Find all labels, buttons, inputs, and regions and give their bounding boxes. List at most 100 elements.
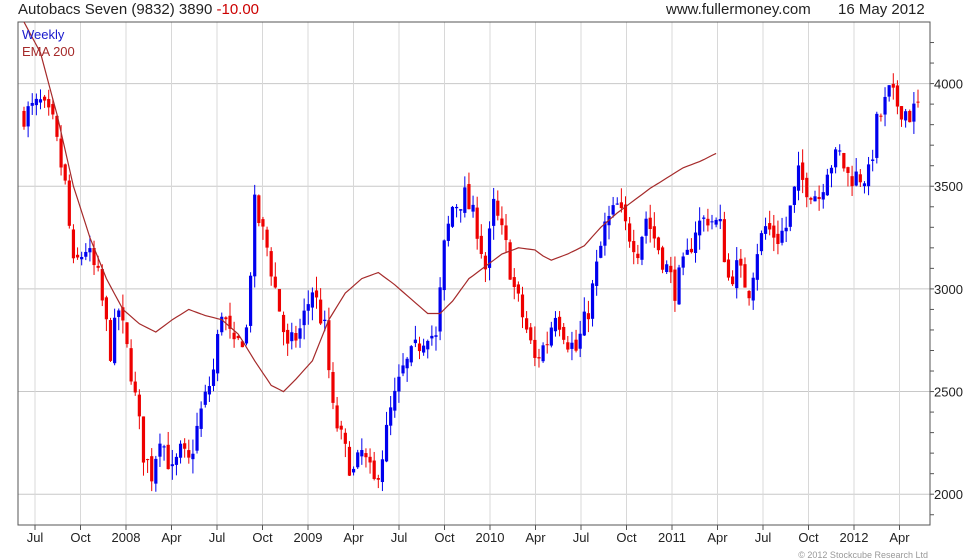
candle-body xyxy=(174,456,179,465)
candle-body xyxy=(533,339,537,358)
candle-body xyxy=(306,304,310,311)
x-tick-label: 2009 xyxy=(294,530,323,545)
candle-body xyxy=(216,334,220,374)
candle-body xyxy=(67,180,71,226)
candle-body xyxy=(776,233,780,245)
candle-body xyxy=(805,177,809,198)
candle-body xyxy=(310,292,314,308)
x-tick-label: 2008 xyxy=(112,530,141,545)
candle-body xyxy=(850,176,854,187)
candle-body xyxy=(442,240,446,291)
candle-body xyxy=(467,184,471,210)
candle-body xyxy=(331,372,335,403)
candle-body xyxy=(809,197,813,200)
candle-body xyxy=(743,264,747,288)
candle-body xyxy=(51,104,55,115)
candle-body xyxy=(562,326,566,340)
candle-body xyxy=(549,327,553,346)
candle-body xyxy=(731,276,735,285)
candle-body xyxy=(294,333,298,341)
candle-body xyxy=(866,164,871,187)
x-axis: Jul Oct 2008 Apr Jul Oct 2009 Apr Jul Oct 2010 Apr J… xyxy=(27,525,910,545)
candle-body xyxy=(702,217,706,219)
candle-body xyxy=(145,459,150,461)
candle-body xyxy=(364,453,368,458)
candle-body xyxy=(899,106,904,120)
candle-body xyxy=(405,358,409,369)
legend-weekly: Weekly xyxy=(22,27,65,42)
candle-body xyxy=(763,226,768,234)
candle-body xyxy=(916,101,920,103)
candle-body xyxy=(42,96,47,101)
candle-body xyxy=(788,205,792,227)
candle-body xyxy=(96,265,100,268)
candle-body xyxy=(199,408,203,429)
x-tick-label: Apr xyxy=(161,530,182,545)
candle-body xyxy=(508,242,512,280)
candle-body xyxy=(183,443,187,449)
candle-body xyxy=(463,187,467,213)
candle-body xyxy=(75,254,80,258)
candle-body xyxy=(298,328,302,339)
x-tick-label: Jul xyxy=(391,530,408,545)
candle-body xyxy=(158,443,162,457)
candle-body xyxy=(698,220,702,236)
candle-body xyxy=(323,319,327,322)
candle-body xyxy=(71,229,76,259)
candle-body xyxy=(59,138,63,168)
candle-body xyxy=(211,369,216,386)
candle-body xyxy=(582,311,586,336)
chart-page: Autobacs Seven (9832) 3890 -10.00 www.fu… xyxy=(0,0,980,560)
candle-body xyxy=(459,209,463,211)
candle-body xyxy=(471,204,475,212)
candle-body xyxy=(327,320,331,371)
candle-body xyxy=(113,317,117,364)
y-tick-label: 3000 xyxy=(934,282,963,297)
candle-body xyxy=(438,287,442,332)
candle-body xyxy=(454,206,459,209)
x-tick-label: Apr xyxy=(707,530,728,545)
candle-body xyxy=(47,99,51,108)
candle-body xyxy=(710,221,714,223)
legend-ema-200: EMA 200 xyxy=(22,44,75,59)
candle-body xyxy=(339,425,343,430)
candle-body xyxy=(652,226,656,239)
candle-body xyxy=(834,149,838,168)
candle-body xyxy=(648,217,652,229)
candle-body xyxy=(187,450,191,458)
candle-body xyxy=(80,257,84,260)
candle-body xyxy=(801,162,805,180)
candle-body xyxy=(879,115,883,117)
candle-body xyxy=(784,227,788,232)
candle-body xyxy=(644,218,648,236)
y-tick-label: 3500 xyxy=(934,179,963,194)
candle-body xyxy=(253,194,257,277)
candle-body xyxy=(660,247,665,270)
candle-body xyxy=(706,218,710,226)
candle-body xyxy=(504,225,508,241)
candle-body xyxy=(269,251,273,277)
candle-body xyxy=(380,459,385,483)
candle-body xyxy=(492,198,496,226)
candle-body xyxy=(891,83,895,88)
candle-body xyxy=(545,344,549,346)
candle-body xyxy=(586,313,591,320)
x-tick-label: Oct xyxy=(616,530,637,545)
candle-body xyxy=(422,345,426,353)
candle-body xyxy=(314,290,319,298)
plot-frame xyxy=(17,21,931,526)
candle-body xyxy=(862,183,867,187)
candle-body xyxy=(475,207,479,239)
candle-body xyxy=(397,376,401,392)
candle-body xyxy=(162,446,166,448)
candle-body xyxy=(595,261,599,286)
x-tick-label: Jul xyxy=(573,530,590,545)
candle-body xyxy=(417,343,422,352)
candle-body xyxy=(129,348,133,382)
candle-body xyxy=(376,478,380,480)
candle-body xyxy=(401,365,405,374)
candle-body xyxy=(792,186,797,205)
candle-body xyxy=(500,218,504,226)
candle-body xyxy=(875,113,879,158)
candle-body xyxy=(516,284,520,294)
